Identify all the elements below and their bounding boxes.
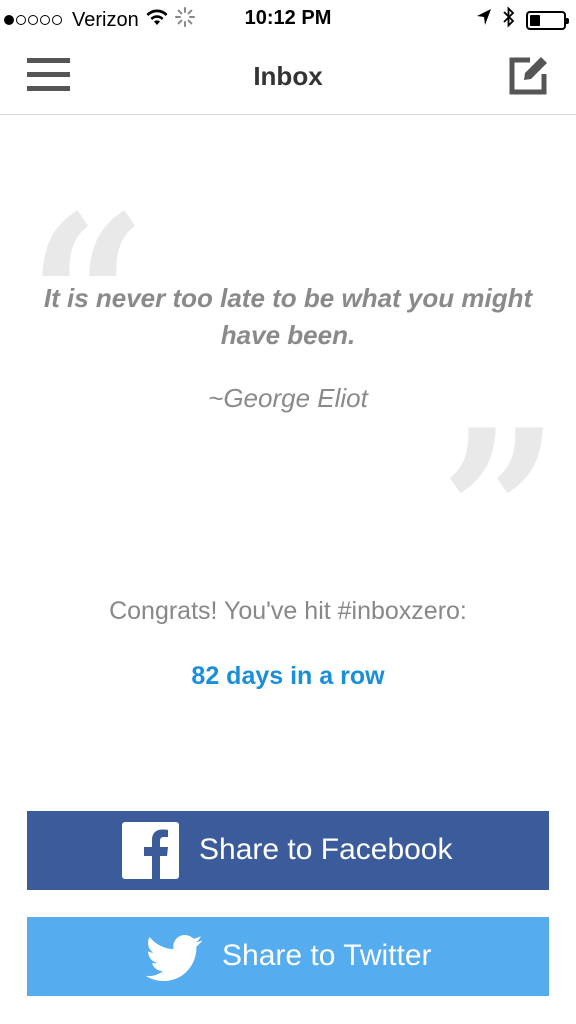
close-quote-mark: ” [440,380,560,650]
share-twitter-button[interactable]: Share to Twitter [27,917,549,996]
battery-icon [526,10,569,30]
share-facebook-button[interactable]: Share to Facebook [27,811,549,890]
quote-text: It is never too late to be what you migh… [43,283,533,350]
page-title: Inbox [253,61,323,91]
compose-icon[interactable] [506,54,550,98]
share-twitter-label: Share to Twitter [222,939,432,972]
nav-bar: Inbox [0,38,576,115]
facebook-icon [122,822,179,879]
share-facebook-label: Share to Facebook [199,833,453,866]
location-arrow-icon [476,8,492,32]
status-bar: Verizon 10:12 PM [0,0,576,38]
status-right [476,6,569,34]
congrats-message: Congrats! You've hit #inboxzero: [109,597,467,625]
bluetooth-icon [502,6,516,34]
streak-count: 82 days in a row [191,662,385,690]
quote-author: ~George Eliot [208,383,368,413]
twitter-bird-icon [145,935,203,981]
